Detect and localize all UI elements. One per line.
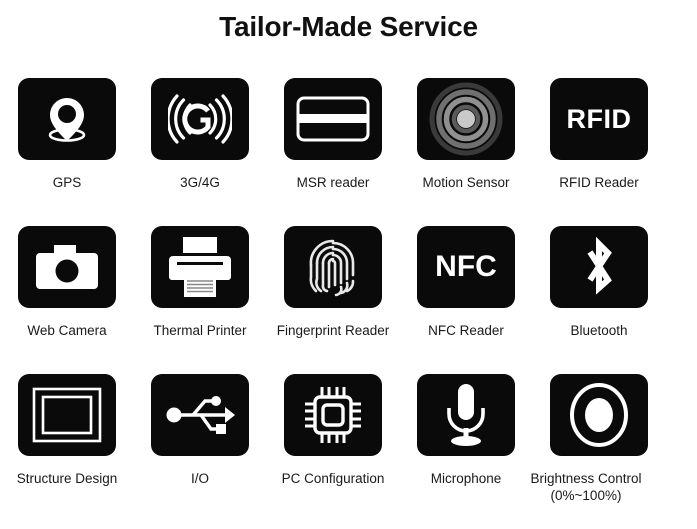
usb-icon [163,389,237,441]
feature-cell-web-camera[interactable]: Web Camera [18,226,116,374]
feature-row: Web Camera Thermal Printer Fingerprint R… [0,226,697,374]
feature-sublabel: (0%~100%) [550,488,622,503]
feature-label: Bluetooth [570,323,628,338]
feature-label: Fingerprint Reader [276,323,390,338]
feature-label: MSR reader [296,175,370,190]
microphone-tile[interactable] [417,374,515,456]
feature-label: I/O [190,471,209,486]
fingerprint-icon [303,233,363,301]
feature-label: 3G/4G [180,175,220,190]
feature-cell-msr[interactable]: MSR reader [284,78,382,226]
nfc-tile[interactable]: NFC [417,226,515,308]
feature-label-group: Brightness Control (0%~100%) [511,470,661,504]
microphone-icon [441,381,491,449]
feature-cell-bluetooth[interactable]: Bluetooth [550,226,648,374]
feature-cell-pc-configuration[interactable]: PC Configuration [281,374,385,529]
feature-label: Motion Sensor [422,175,510,190]
feature-cell-nfc[interactable]: NFC NFC Reader [417,226,515,374]
feature-cell-gps[interactable]: GPS [18,78,116,226]
feature-cell-fingerprint[interactable]: Fingerprint Reader [277,226,389,374]
rfid-text-icon: RFID [566,103,632,134]
msr-tile[interactable] [284,78,382,160]
feature-cell-io[interactable]: I/O [151,374,249,529]
pc-configuration-tile[interactable] [284,374,382,456]
feature-label: RFID Reader [559,175,639,190]
feature-label: GPS [52,175,82,190]
nested-rectangles-icon [31,386,103,444]
feature-label: Web Camera [27,323,107,338]
page-title: Tailor-Made Service [219,11,478,42]
feature-label: Microphone [430,471,502,486]
gps-tile[interactable] [18,78,116,160]
feature-row: GPS 3G/4G MSR reader Motion Sensor RFID … [0,78,697,226]
printer-icon [167,235,233,299]
web-camera-tile[interactable] [18,226,116,308]
feature-row: Structure Design I/O PC Configuration Mi… [0,374,697,529]
bluetooth-icon [576,234,622,300]
fingerprint-tile[interactable] [284,226,382,308]
motion-sensor-rings-icon [428,81,504,157]
magnetic-stripe-card-icon [295,93,371,145]
nfc-text-icon: NFC [435,250,497,283]
feature-cell-microphone[interactable]: Microphone [417,374,515,529]
feature-label: PC Configuration [281,471,385,486]
structure-design-tile[interactable] [18,374,116,456]
feature-label: NFC Reader [428,323,504,338]
bluetooth-tile[interactable] [550,226,648,308]
feature-grid: GPS 3G/4G MSR reader Motion Sensor RFID … [0,78,697,529]
feature-cell-3g4g[interactable]: 3G/4G [151,78,249,226]
cellular-signal-icon [168,91,232,147]
rfid-tile[interactable]: RFID [550,78,648,160]
feature-cell-motion-sensor[interactable]: Motion Sensor [417,78,515,226]
feature-cell-structure-design[interactable]: Structure Design [16,374,118,529]
io-tile[interactable] [151,374,249,456]
gps-pin-icon [39,91,95,147]
cpu-chip-icon [301,383,365,447]
cellular-tile[interactable] [151,78,249,160]
feature-label: Brightness Control [530,471,642,486]
thermal-printer-tile[interactable] [151,226,249,308]
camera-icon [32,239,102,295]
feature-cell-rfid[interactable]: RFID RFID Reader [550,78,648,226]
brightness-ring-icon [568,382,630,448]
feature-cell-brightness-control[interactable]: Brightness Control (0%~100%) [530,374,648,529]
feature-label: Thermal Printer [153,323,247,338]
feature-label: Structure Design [16,471,118,486]
motion-sensor-tile[interactable] [417,78,515,160]
brightness-control-tile[interactable] [550,374,648,456]
feature-cell-thermal-printer[interactable]: Thermal Printer [151,226,249,374]
